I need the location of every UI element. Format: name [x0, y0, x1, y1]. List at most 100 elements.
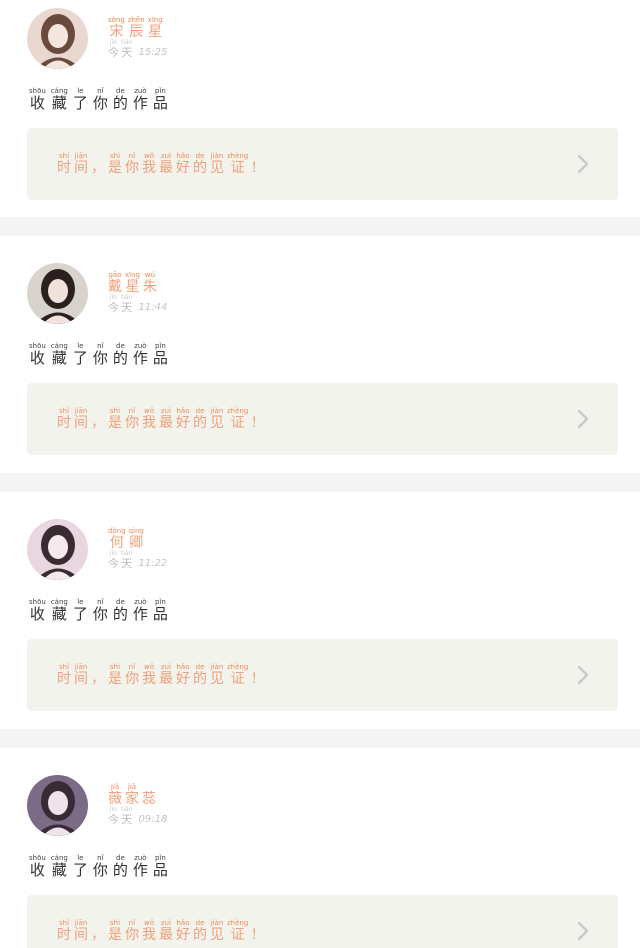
- hanzi: 品: [152, 94, 168, 112]
- day-label: jīn 今 tiān 天: [108, 551, 133, 570]
- hanzi: 天: [121, 557, 133, 570]
- hanzi: 你: [125, 671, 139, 687]
- hanzi: 见: [210, 671, 224, 687]
- pinyin: xīng: [125, 271, 140, 279]
- hanzi: 辰: [129, 24, 144, 40]
- action-text: shōu 收 cáng 藏 le 了 nǐ 你 de 的 zuò 作 pǐn 品: [29, 599, 168, 622]
- hanzi: 时: [57, 415, 71, 431]
- ruby-glyph: nǐ 你: [93, 88, 108, 111]
- pinyin: [97, 920, 99, 927]
- pinyin: qìng: [128, 527, 144, 535]
- avatar[interactable]: [27, 519, 88, 580]
- hanzi: 藏: [51, 94, 67, 112]
- ruby-glyph: cáng 藏: [51, 343, 68, 366]
- ruby-glyph: qìng 卿: [128, 527, 144, 551]
- hanzi: 的: [193, 671, 207, 687]
- pinyin: zhèng: [227, 919, 249, 927]
- ruby-glyph: de 的: [113, 599, 128, 622]
- pinyin: sòng: [108, 16, 125, 24]
- ruby-glyph: ，: [91, 664, 105, 686]
- day-label: jīn 今 tiān 天: [108, 40, 133, 59]
- hanzi: 卿: [129, 535, 144, 551]
- pinyin: jiān: [74, 407, 88, 415]
- quote-card[interactable]: shí 时 jiān 间 ， shì 是 nǐ 你 wǒ 我 zuì 最 hǎo 好 de 的 jiàn 见 zhè…: [27, 895, 618, 948]
- user-name[interactable]: sòng 宋 zhēn 辰 xīng 星: [108, 16, 163, 40]
- ruby-glyph: shí 时: [57, 153, 71, 176]
- hanzi: 好: [176, 160, 190, 176]
- quote-card[interactable]: shí 时 jiān 间 ， shì 是 nǐ 你 wǒ 我 zuì 最 hǎo 好 de 的 jiàn 见 zhè…: [27, 639, 618, 711]
- ruby-glyph: de 的: [113, 343, 128, 366]
- pinyin: zuì: [160, 407, 172, 415]
- hanzi: 朱: [142, 279, 157, 295]
- pinyin: [148, 784, 150, 791]
- time-label: 11:44: [138, 302, 168, 313]
- pinyin: dòng: [108, 527, 126, 535]
- ruby-glyph: jiā 家: [125, 784, 139, 807]
- hanzi: 最: [159, 160, 173, 176]
- hanzi: 宋: [109, 24, 124, 40]
- hanzi: 见: [210, 160, 224, 176]
- pinyin: hǎo: [176, 152, 190, 160]
- user-name[interactable]: gāo 戴 xīng 星 wú 朱: [108, 271, 157, 295]
- hanzi: 天: [121, 301, 133, 314]
- pinyin: zhèng: [227, 152, 249, 160]
- hanzi: 证: [230, 671, 245, 687]
- hanzi: 今: [108, 301, 119, 314]
- hanzi: 是: [108, 671, 122, 687]
- hanzi: 最: [159, 927, 173, 943]
- hanzi: 的: [193, 927, 207, 943]
- pinyin: [253, 920, 255, 927]
- avatar[interactable]: [27, 775, 88, 836]
- hanzi: 证: [230, 160, 245, 176]
- hanzi: !: [251, 927, 257, 943]
- post-time: jīn 今 tiān 天 09:18: [108, 807, 167, 826]
- hanzi: ，: [91, 671, 105, 687]
- quote-card[interactable]: shí 时 jiān 间 ， shì 是 nǐ 你 wǒ 我 zuì 最 hǎo 好 de 的 jiàn 见 zhè…: [27, 383, 618, 455]
- avatar-photo: [27, 519, 88, 580]
- hanzi: 时: [57, 927, 71, 943]
- pinyin: nǐ: [128, 407, 136, 415]
- pinyin: jiǎ: [110, 783, 120, 791]
- ruby-glyph: nǐ 你: [125, 664, 139, 687]
- pinyin: jiān: [74, 663, 88, 671]
- hanzi: 间: [74, 160, 88, 176]
- post-time: jīn 今 tiān 天 15:25: [108, 40, 167, 59]
- pinyin: zuì: [160, 663, 172, 671]
- hanzi: ，: [91, 927, 105, 943]
- avatar[interactable]: [27, 263, 88, 324]
- hanzi: 今: [108, 813, 119, 826]
- ruby-glyph: zhēn 辰: [128, 17, 145, 40]
- ruby-glyph: zhèng 证: [227, 408, 248, 431]
- ruby-glyph: hǎo 好: [176, 920, 190, 943]
- ruby-glyph: tiān 天: [121, 295, 133, 314]
- hanzi: 间: [74, 927, 88, 943]
- ruby-glyph: shí 时: [57, 664, 71, 687]
- hanzi: 我: [142, 415, 156, 431]
- pinyin: shì: [109, 407, 121, 415]
- hanzi: 我: [142, 160, 156, 176]
- hanzi: 戴: [108, 279, 122, 295]
- action-text: shōu 收 cáng 藏 le 了 nǐ 你 de 的 zuò 作 pǐn 品: [29, 88, 168, 111]
- user-name[interactable]: dòng 何 qìng 卿: [108, 527, 144, 551]
- action-text: shōu 收 cáng 藏 le 了 nǐ 你 de 的 zuò 作 pǐn 品: [29, 855, 168, 878]
- ruby-glyph: jiān 间: [74, 407, 88, 431]
- hanzi: 证: [230, 415, 245, 431]
- hanzi: 品: [152, 349, 168, 367]
- pinyin: hǎo: [176, 663, 190, 671]
- pinyin: de: [195, 407, 205, 415]
- ruby-glyph: !: [251, 408, 257, 430]
- ruby-glyph: shí 时: [57, 920, 71, 943]
- quote-card[interactable]: shí 时 jiān 间 ， shì 是 nǐ 你 wǒ 我 zuì 最 hǎo 好 de 的 jiàn 见 zhè…: [27, 128, 618, 200]
- ruby-glyph: zhèng 证: [227, 152, 249, 176]
- pinyin: jiàn: [210, 919, 224, 927]
- hanzi: 你: [125, 415, 139, 431]
- activity-feed: sòng 宋 zhēn 辰 xīng 星 jīn 今 tiān 天 15:25 shōu 收 cán…: [0, 0, 640, 948]
- hanzi: 是: [108, 415, 122, 431]
- avatar[interactable]: [27, 8, 88, 69]
- hanzi: 天: [121, 813, 133, 826]
- pinyin: gāo: [108, 271, 122, 279]
- pinyin: hǎo: [176, 407, 190, 415]
- ruby-glyph: shōu 收: [29, 88, 46, 111]
- user-name[interactable]: jiǎ 薇 jiā 家 蕊: [108, 783, 156, 807]
- ruby-glyph: cáng 藏: [51, 88, 68, 111]
